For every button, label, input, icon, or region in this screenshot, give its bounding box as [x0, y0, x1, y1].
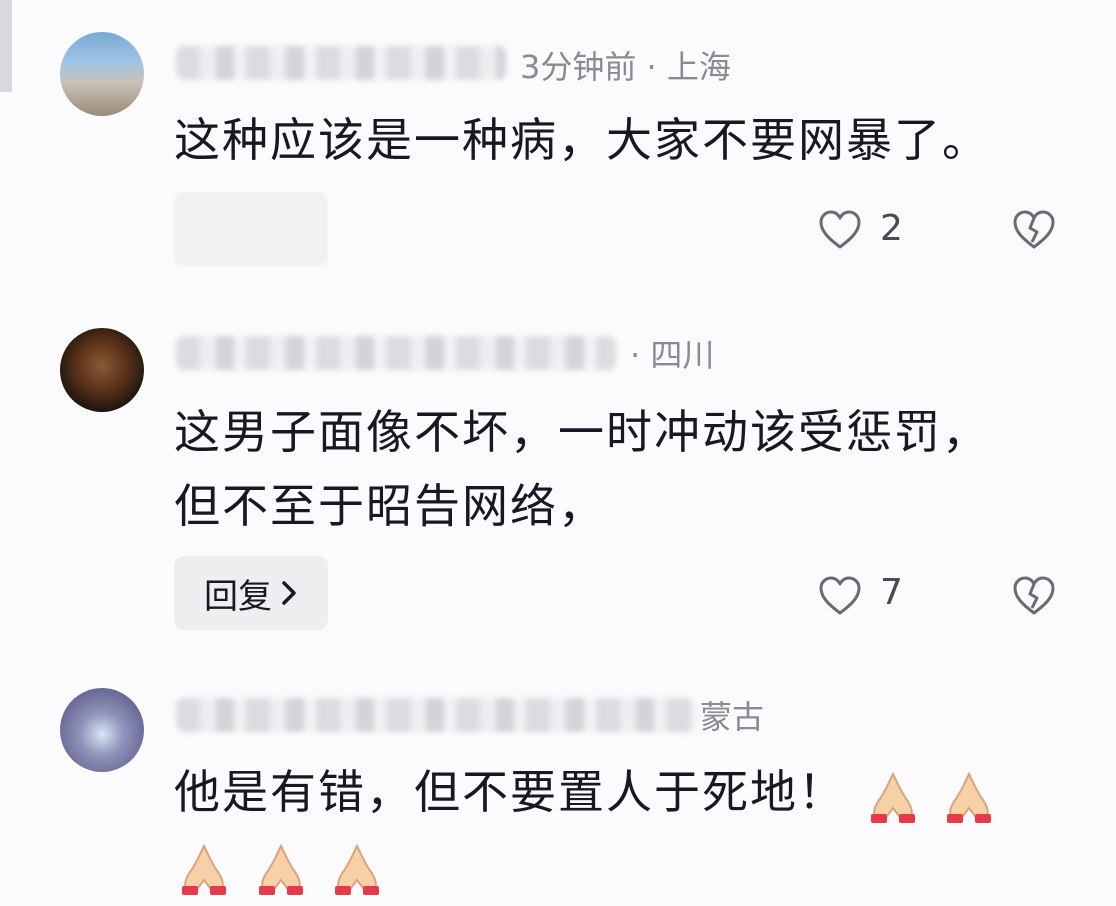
- avatar[interactable]: [60, 328, 144, 412]
- reply-label: 回复: [204, 576, 272, 617]
- avatar[interactable]: [60, 688, 144, 772]
- username-blurred[interactable]: [176, 698, 696, 732]
- comment-meta: · 四川: [630, 336, 715, 374]
- comment-item: 蒙古 他是有错，但不要置人于死地！: [0, 660, 1116, 906]
- folded-hands-emoji: [939, 765, 999, 823]
- username-blurred[interactable]: [176, 336, 616, 370]
- heart-outline-icon[interactable]: [818, 210, 862, 250]
- folded-hands-emoji: [863, 765, 940, 823]
- comment-text: 但不至于昭告网络，: [174, 479, 606, 533]
- comment-item: 3分钟前 · 上海 这种应该是一种病，大家不要网暴了。 2: [0, 0, 1116, 300]
- reply-button[interactable]: 回复: [174, 556, 328, 630]
- comment-text: 他是有错，但不要置人于死地！: [174, 756, 999, 828]
- comment-meta: 蒙古: [700, 698, 765, 736]
- username-blurred[interactable]: [176, 46, 506, 80]
- chevron-right-icon: [282, 581, 296, 605]
- comment-text: 这男子面像不坏，一时冲动该受惩罚，: [174, 405, 990, 459]
- comment-text: 这种应该是一种病，大家不要网暴了。: [174, 113, 990, 167]
- broken-heart-icon[interactable]: [1012, 576, 1056, 616]
- comment-meta: 3分钟前 · 上海: [520, 48, 731, 86]
- reply-button[interactable]: [174, 192, 328, 266]
- like-count: 7: [880, 572, 903, 613]
- folded-hands-emoji: [327, 837, 387, 895]
- folded-hands-emoji: [174, 837, 251, 895]
- comment-item: · 四川 这男子面像不坏，一时冲动该受惩罚， 但不至于昭告网络， 回复 7: [0, 300, 1116, 660]
- broken-heart-icon[interactable]: [1012, 210, 1056, 250]
- folded-hands-emoji: [251, 837, 328, 895]
- comment-text-line: 他是有错，但不要置人于死地！: [174, 765, 846, 819]
- heart-outline-icon[interactable]: [818, 576, 862, 616]
- avatar[interactable]: [60, 32, 144, 116]
- like-count: 2: [880, 208, 903, 249]
- emoji-line: [174, 828, 387, 900]
